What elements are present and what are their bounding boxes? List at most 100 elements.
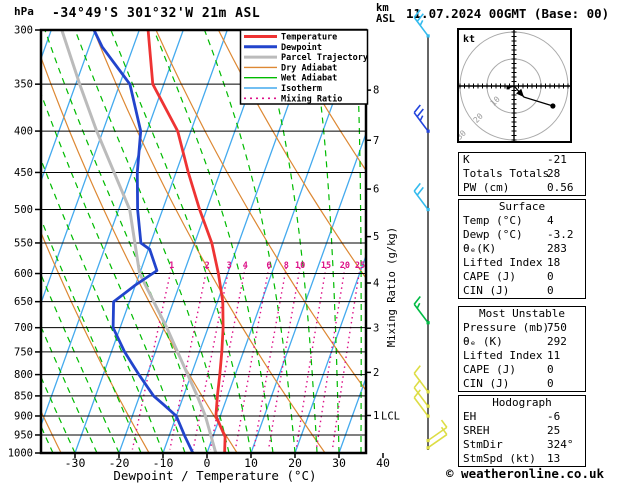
- legend-item-label: Temperature: [281, 33, 337, 43]
- panel-title: Surface: [498, 200, 546, 213]
- table-row: Lifted Index 11: [459, 349, 585, 363]
- legend-item-label: Dry Adiabat: [281, 62, 337, 73]
- row-value: 0: [547, 284, 554, 297]
- lcl-label: LCL: [381, 410, 400, 422]
- copyright-label: © weatheronline.co.uk: [446, 466, 605, 481]
- pressure-tick-label: 850: [14, 390, 33, 402]
- row-label: Pressure (mb): [463, 321, 550, 334]
- mixing-ratio-value-label: 20: [340, 261, 350, 271]
- table-row: Totals Totals 28: [459, 167, 585, 181]
- row-value: -3.2: [547, 228, 574, 241]
- km-tick-label: 6: [373, 184, 379, 196]
- table-row: StmDir 324°: [459, 438, 585, 452]
- legend-item-label: Mixing Ratio: [281, 93, 342, 104]
- row-label: Totals Totals: [463, 167, 550, 180]
- temperature-axis-label: Dewpoint / Temperature (°C): [113, 468, 317, 483]
- hodograph-unit-label: kt: [463, 34, 475, 45]
- hodograph-ring-label: 20: [472, 111, 485, 124]
- pressure-tick-label: 700: [14, 322, 33, 334]
- panel-most_unstable: Most Unstable Pressure (mb) 750 θₑ (K) 292 Li…: [458, 306, 586, 392]
- row-label: K: [463, 153, 470, 166]
- row-label: PW (cm): [463, 181, 510, 194]
- table-row: θₑ (K) 292: [459, 335, 585, 349]
- hodograph-trace: [507, 85, 554, 107]
- background-lines: [0, 30, 366, 453]
- row-value: -6: [547, 410, 561, 423]
- wind-barb: [413, 365, 430, 394]
- barb-station-dot: [426, 207, 430, 212]
- row-value: 283: [547, 242, 567, 255]
- wet-adiabat-line: [44, 30, 208, 453]
- row-label: Lifted Index: [463, 256, 543, 269]
- row-label: CAPE (J): [463, 363, 516, 376]
- panel-indices: K -21 Totals Totals 28 PW (cm) 0.56: [458, 152, 586, 196]
- skewt-page: hPa -34°49'S 301°32'W 21m ASL km ASL 11.…: [0, 0, 629, 486]
- barb-station-dot: [426, 414, 430, 418]
- panel-title: Hodograph: [492, 396, 552, 409]
- pressure-tick-label: 300: [14, 25, 33, 37]
- isotherm-line: [74, 30, 228, 453]
- table-row: θₑ(K) 283: [459, 242, 585, 256]
- mixing-ratio-value-label: 8: [284, 261, 289, 271]
- barb-station-dot: [426, 404, 430, 408]
- mixing-ratio-value-label: 4: [243, 261, 248, 271]
- row-label: CIN (J): [463, 284, 510, 297]
- table-row: CIN (J) 0: [459, 284, 585, 298]
- table-row: CAPE (J) 0: [459, 270, 585, 284]
- panel-surface: Surface Temp (°C) 4 Dewp (°C) -3.2 θₑ(K) 283 Li…: [458, 199, 586, 299]
- row-label: StmDir: [463, 438, 503, 451]
- hodograph-ring-label: 30: [459, 128, 468, 141]
- temp-tick-label: 40: [376, 456, 390, 470]
- hodograph-plot: 10 20 30 kt: [459, 30, 570, 141]
- skewt-diagram: 300 350 400 450 500 550 600 650 700 750 800 850 900 9…: [0, 9, 448, 470]
- pressure-tick-label: 500: [14, 204, 33, 216]
- legend-item-label: Isotherm: [281, 84, 322, 94]
- km-tick-label: 8: [373, 85, 379, 97]
- barb-station-dot: [426, 34, 430, 38]
- row-value: 18: [547, 256, 561, 269]
- pressure-tick-label: 650: [14, 296, 33, 308]
- panel-hodograph_table: Hodograph EH -6 SREH 25 StmDir 324° StmSpd (kt)…: [458, 395, 586, 467]
- legend: TemperatureDewpointParcel TrajectoryDry …: [239, 29, 369, 105]
- table-row: CAPE (J) 0: [459, 363, 585, 377]
- row-value: 324°: [547, 438, 574, 451]
- storm-motion-dot: [550, 103, 556, 109]
- row-value: 4: [547, 214, 554, 227]
- wind-barb-column: [413, 9, 448, 450]
- row-value: 750: [547, 321, 567, 334]
- table-row: Dewp (°C) -3.2: [459, 228, 585, 242]
- mixing-ratio-value-label: 3: [227, 261, 232, 271]
- mixing-ratio-line: [315, 267, 346, 450]
- table-row: PW (cm) 0.56: [459, 181, 585, 195]
- km-tick-label: 4: [373, 278, 379, 290]
- wind-barb: [413, 104, 430, 133]
- pressure-tick-label: 900: [14, 410, 33, 422]
- row-label: Dewp (°C): [463, 228, 523, 241]
- barb-station-dot: [426, 438, 430, 443]
- wind-barb: [426, 426, 448, 450]
- temp-tick-label: -30: [65, 456, 86, 470]
- mixing-ratio-line: [267, 267, 301, 450]
- km-tick-label: 7: [373, 135, 379, 147]
- row-value: 0: [547, 270, 554, 283]
- mixing-ratio-line: [253, 267, 287, 450]
- temp-tick-label: 30: [332, 456, 346, 470]
- hodograph-panel: 10 20 30 kt: [457, 28, 572, 143]
- table-row: Temp (°C) 4: [459, 214, 585, 228]
- legend-item-label: Dewpoint: [281, 42, 322, 53]
- barb-station-dot: [426, 321, 430, 325]
- row-label: SREH: [463, 424, 490, 437]
- table-row: Pressure (mb) 750: [459, 321, 585, 335]
- wind-barb: [413, 389, 430, 418]
- mixing-ratio-value-label: 2: [205, 261, 210, 271]
- mixing-ratio-value-label: 15: [321, 261, 331, 271]
- row-value: 0.56: [547, 181, 574, 194]
- wet-adiabat-line: [0, 30, 9, 453]
- mixing-ratio-value-label: 1: [169, 261, 174, 271]
- pressure-tick-label: 600: [14, 268, 33, 280]
- legend-item-label: Parcel Trajectory: [281, 52, 368, 63]
- row-value: -21: [547, 153, 567, 166]
- table-row: StmSpd (kt) 13: [459, 452, 585, 466]
- pressure-tick-label: 1000: [8, 448, 33, 460]
- row-value: 11: [547, 349, 561, 362]
